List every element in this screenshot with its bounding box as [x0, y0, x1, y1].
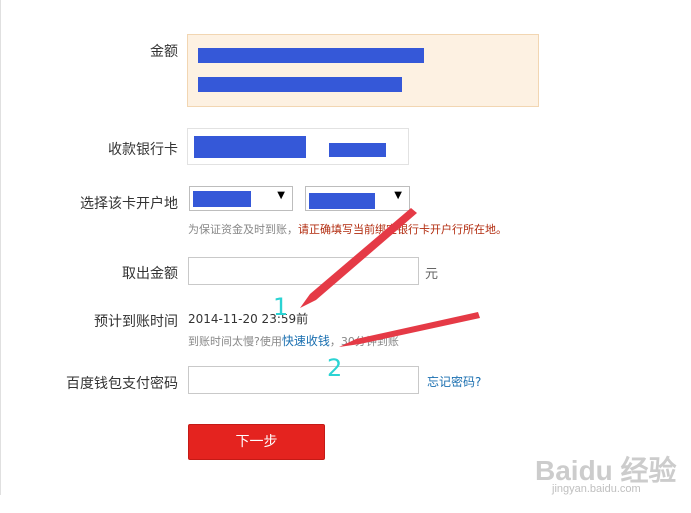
fast-receive-link[interactable]: 快速收钱	[282, 334, 330, 348]
region-hint-prefix: 为保证资金及时到账，	[188, 223, 298, 236]
annotation-number-1: 1	[273, 293, 289, 321]
bank-card-display	[187, 128, 409, 165]
eta-hint: 到账时间太慢?使用快速收钱，30分钟到账	[188, 332, 399, 349]
city-select[interactable]: ▼	[305, 186, 410, 211]
payment-password-input[interactable]	[188, 366, 419, 394]
currency-unit: 元	[425, 267, 439, 282]
password-label: 百度钱包支付密码	[66, 376, 178, 392]
amount-label: 金额	[150, 44, 178, 60]
page-left-border	[0, 0, 1, 495]
eta-hint-suffix: ，30分钟到账	[329, 335, 399, 348]
redacted-card-name	[194, 136, 306, 158]
redacted-province	[193, 191, 251, 207]
redacted-city	[309, 193, 375, 209]
chevron-down-icon: ▼	[277, 190, 285, 201]
eta-value: 2014-11-20 23:59前	[188, 312, 309, 326]
chevron-down-icon: ▼	[394, 190, 402, 201]
card-label: 收款银行卡	[108, 142, 178, 158]
eta-label: 预计到账时间	[94, 314, 178, 330]
province-select[interactable]: ▼	[189, 186, 293, 211]
annotation-number-2: 2	[327, 354, 343, 382]
region-label: 选择该卡开户地	[80, 196, 178, 212]
redacted-amount-line-2	[198, 77, 402, 92]
withdraw-amount-input[interactable]	[188, 257, 419, 285]
redacted-amount-line-1	[198, 48, 424, 63]
amount-display	[187, 34, 539, 107]
withdraw-label: 取出金额	[122, 266, 178, 282]
baidu-jingyan-watermark-url: jingyan.baidu.com	[552, 483, 641, 495]
region-hint-warning: 请正确填写当前绑定银行卡开户行所在地。	[298, 223, 507, 236]
region-hint: 为保证资金及时到账，请正确填写当前绑定银行卡开户行所在地。	[188, 221, 507, 237]
forgot-password-link[interactable]: 忘记密码?	[427, 373, 481, 390]
eta-hint-prefix: 到账时间太慢?使用	[188, 335, 282, 348]
next-step-button[interactable]: 下一步	[188, 424, 325, 460]
redacted-card-number	[329, 143, 386, 157]
